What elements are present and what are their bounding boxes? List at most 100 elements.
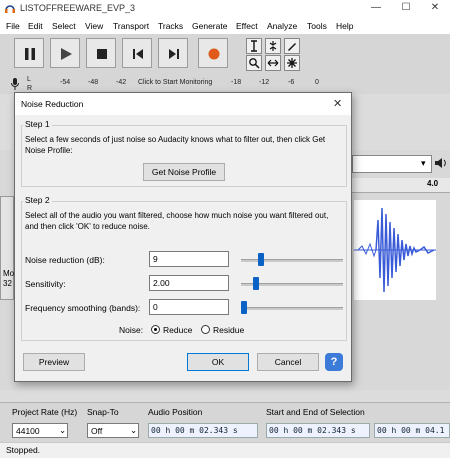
frequency-smoothing-slider-thumb[interactable] <box>241 301 247 314</box>
time-shift-tool[interactable] <box>265 55 281 71</box>
track-info-fragment: Mo <box>3 269 15 278</box>
multi-tool[interactable] <box>284 55 300 71</box>
dialog-title-bar: Noise Reduction ✕ <box>15 93 351 115</box>
stop-icon <box>97 49 107 59</box>
play-icon <box>61 48 72 60</box>
sensitivity-label: Sensitivity: <box>25 279 66 289</box>
close-window-button[interactable]: ✕ <box>425 2 445 16</box>
menu-edit[interactable]: Edit <box>28 21 43 31</box>
chevron-down-icon: ▾ <box>421 158 426 168</box>
sensitivity-slider-thumb[interactable] <box>252 277 259 290</box>
meter-channel-l: L <box>27 76 31 83</box>
window-title: LISTOFFREEWARE_EVP_3 <box>20 3 136 13</box>
snap-to-label: Snap-To <box>87 407 119 417</box>
menu-help[interactable]: Help <box>336 21 353 31</box>
frequency-smoothing-input[interactable]: 0 <box>149 299 229 315</box>
play-button[interactable] <box>50 38 80 68</box>
device-dropdown[interactable]: ▾ <box>352 155 432 173</box>
status-text: Stopped. <box>6 445 41 455</box>
waveform-clip[interactable] <box>354 200 436 300</box>
draw-tool[interactable] <box>284 38 300 54</box>
ok-button[interactable]: OK <box>187 353 249 371</box>
meter-tick: -48 <box>88 79 99 86</box>
pause-icon <box>25 48 35 60</box>
help-icon[interactable]: ? <box>325 353 343 371</box>
step1-label: Step 1 <box>23 119 52 129</box>
stop-button[interactable] <box>86 38 116 68</box>
menu-view[interactable]: View <box>85 21 103 31</box>
menu-analyze[interactable]: Analyze <box>267 21 297 31</box>
record-button[interactable] <box>198 38 228 68</box>
recording-meter[interactable]: L R -54 -48 -42 Click to Start Monitorin… <box>0 74 450 94</box>
track-control-panel[interactable]: Mo 32 <box>0 196 14 300</box>
double-arrow-icon <box>267 59 279 67</box>
selection-label: Start and End of Selection <box>266 407 365 417</box>
selection-end-field[interactable]: 00 h 00 m 04.1 <box>374 423 450 438</box>
frequency-smoothing-slider-track[interactable] <box>241 307 343 310</box>
pause-button[interactable] <box>14 38 44 68</box>
zoom-tool[interactable] <box>246 55 262 71</box>
noise-reduction-dialog: Noise Reduction ✕ Step 1 Select a few se… <box>14 92 352 382</box>
transport-toolbar <box>0 34 450 75</box>
frequency-smoothing-label: Frequency smoothing (bands): <box>25 303 141 313</box>
track-info-fragment: 32 <box>3 279 12 288</box>
project-rate-select[interactable]: 44100 ⌄ <box>12 423 68 438</box>
step1-instructions: Select a few seconds of just noise so Au… <box>25 135 326 155</box>
magnifier-icon <box>249 58 260 69</box>
selection-tool[interactable] <box>246 38 262 54</box>
meter-channel-r: R <box>27 85 33 92</box>
noise-reduction-slider-thumb[interactable] <box>258 253 265 266</box>
i-beam-icon <box>251 40 257 52</box>
skip-start-icon <box>133 49 143 59</box>
meter-tick: 0 <box>315 79 319 86</box>
step2-instructions: Select all of the audio you want filtere… <box>25 211 329 231</box>
minimize-button[interactable]: — <box>366 2 386 16</box>
selection-start-field[interactable]: 00 h 00 m 02.343 s <box>266 423 370 438</box>
noise-reduction-label: Noise reduction (dB): <box>25 255 105 265</box>
dialog-close-icon[interactable]: ✕ <box>333 97 342 110</box>
snap-to-select[interactable]: Off ⌄ <box>87 423 139 438</box>
audio-position-field[interactable]: 00 h 00 m 02.343 s <box>148 423 258 438</box>
skip-end-icon <box>169 49 179 59</box>
noise-reduction-slider-track[interactable] <box>241 259 343 262</box>
menu-generate[interactable]: Generate <box>192 21 227 31</box>
timeline-ruler[interactable]: 4.0 <box>352 178 450 193</box>
maximize-button[interactable]: ☐ <box>396 2 416 16</box>
selection-toolbar: Project Rate (Hz) 44100 ⌄ Snap-To Off ⌄ … <box>0 402 450 443</box>
status-bar: Stopped. <box>0 442 450 458</box>
record-icon <box>208 48 220 60</box>
skip-to-start-button[interactable] <box>122 38 152 68</box>
step2-label: Step 2 <box>23 195 52 205</box>
residue-radio[interactable] <box>201 325 210 334</box>
pencil-icon <box>288 43 296 51</box>
envelope-tool[interactable] <box>265 38 281 54</box>
menu-tracks[interactable]: Tracks <box>158 21 183 31</box>
menu-transport[interactable]: Transport <box>113 21 149 31</box>
monitor-label[interactable]: Click to Start Monitoring <box>138 79 212 86</box>
waveform-graphic <box>354 207 436 293</box>
ruler-label: 4.0 <box>427 179 439 188</box>
meter-tick: -42 <box>116 79 127 86</box>
meter-tick: -12 <box>259 79 270 86</box>
menu-bar: File Edit Select View Transport Tracks G… <box>0 18 450 34</box>
meter-tick: -54 <box>60 79 71 86</box>
dialog-title: Noise Reduction <box>21 99 84 109</box>
skip-to-end-button[interactable] <box>158 38 188 68</box>
meter-tick: -6 <box>288 79 295 86</box>
sensitivity-input[interactable]: 2.00 <box>149 275 229 291</box>
noise-mode-label: Noise: <box>119 325 144 335</box>
menu-file[interactable]: File <box>6 21 20 31</box>
preview-button[interactable]: Preview <box>23 353 85 371</box>
project-rate-value: 44100 <box>16 426 40 436</box>
menu-effect[interactable]: Effect <box>236 21 258 31</box>
noise-reduction-input[interactable]: 9 <box>149 251 229 267</box>
speaker-icon <box>435 158 446 168</box>
reduce-radio[interactable] <box>151 325 160 334</box>
residue-radio-label[interactable]: Residue <box>213 325 244 335</box>
chevron-down-icon: ⌄ <box>130 425 138 435</box>
menu-select[interactable]: Select <box>52 21 76 31</box>
get-noise-profile-button[interactable]: Get Noise Profile <box>143 163 225 181</box>
menu-tools[interactable]: Tools <box>307 21 327 31</box>
reduce-radio-label[interactable]: Reduce <box>163 325 192 335</box>
cancel-button[interactable]: Cancel <box>257 353 319 371</box>
